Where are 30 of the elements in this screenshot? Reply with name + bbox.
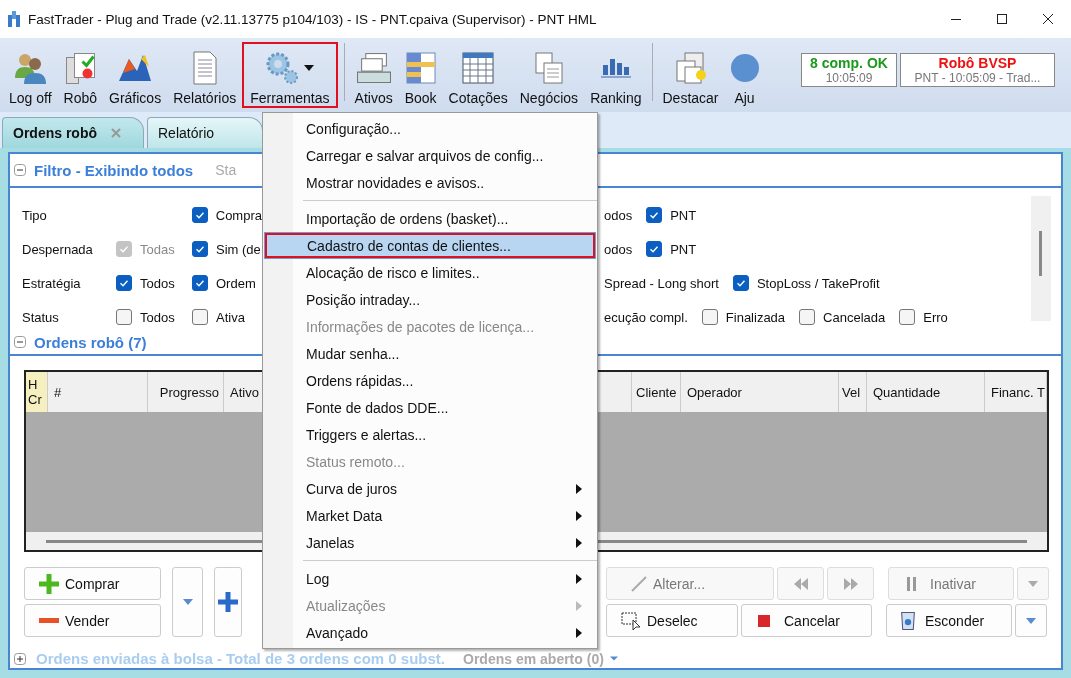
checkbox-label: odos bbox=[604, 241, 633, 257]
checkbox-label: ecução compl. bbox=[604, 309, 688, 325]
section-title: Filtro - Exibindo todos bbox=[34, 161, 194, 179]
checkbox-label: Compra bbox=[215, 207, 262, 223]
checkbox-label: StopLoss / TakeProfit bbox=[756, 275, 880, 291]
checkbox-label: PNT bbox=[670, 207, 697, 223]
checkbox-label: Todos bbox=[140, 275, 175, 291]
checkbox-label: odos bbox=[604, 207, 633, 223]
checkbox-label: Erro bbox=[923, 309, 948, 325]
section-title: Ordens robô (7) bbox=[34, 333, 147, 351]
checkbox-label: PNT bbox=[670, 241, 697, 257]
checkbox-label: Cancelada bbox=[823, 309, 886, 325]
section-title: Ordens enviadas à bolsa - Total de 3 ordens com 0 subst. bbox=[36, 650, 445, 667]
status-title: 8 comp. OK bbox=[810, 55, 888, 71]
checkbox-label: Ativa bbox=[216, 309, 245, 325]
status-detail: 10:05:09 bbox=[825, 71, 873, 85]
checkbox-label: Todas bbox=[140, 241, 175, 257]
status-title: Robô BVSP bbox=[938, 55, 1017, 71]
filter-label: Tipo bbox=[22, 207, 48, 223]
checkbox-label: Sim (de bbox=[216, 241, 261, 257]
checkbox-label: Todos bbox=[140, 309, 175, 325]
checkbox-label: Ordem bbox=[216, 275, 256, 291]
filter-label: Estratégia bbox=[22, 275, 82, 291]
checkbox-label: Finalizada bbox=[725, 309, 786, 325]
checkbox-label: Spread - Long short bbox=[604, 275, 719, 291]
status-detail: PNT - 10:05:09 - Trad... bbox=[914, 71, 1041, 85]
section-subtitle: Sta bbox=[215, 162, 237, 178]
filter-label: Despernada bbox=[22, 241, 94, 257]
filter-label: Status bbox=[22, 309, 60, 325]
window-title: FastTrader - Plug and Trade (v2.11.13775 p104/103) - IS - PNT.cpaiva (Supervisor) - PNT HML bbox=[28, 11, 598, 27]
